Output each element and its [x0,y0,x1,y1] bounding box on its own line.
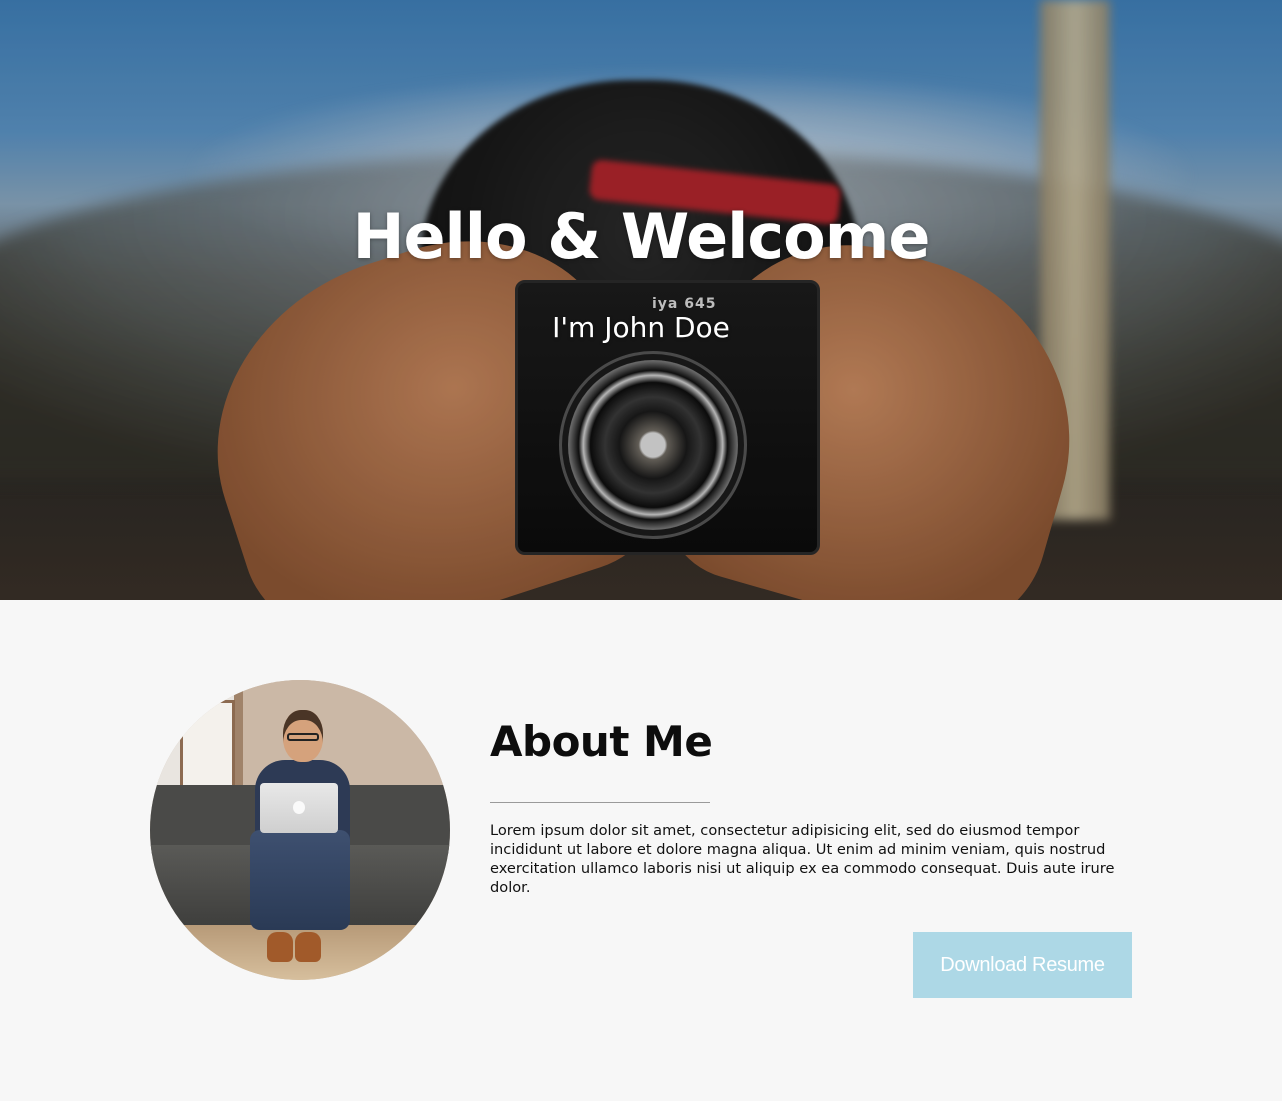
about-avatar-photo [150,680,450,980]
hero-overlay [0,0,1282,600]
avatar-right-shoe [295,932,321,962]
about-divider [490,802,710,803]
about-title: About Me [490,717,713,766]
download-resume-button[interactable]: Download Resume [913,932,1132,998]
avatar-glasses [287,733,319,741]
avatar-person-legs [250,830,350,930]
hero-title: Hello & Welcome [352,200,931,273]
about-section: About Me Lorem ipsum dolor sit amet, con… [0,600,1282,1101]
avatar-left-shoe [267,932,293,962]
avatar-laptop-logo-icon [293,801,305,814]
hero-subtitle: I'm John Doe [552,311,730,344]
avatar-window [180,700,235,795]
about-description: Lorem ipsum dolor sit amet, consectetur … [490,822,1115,896]
hero-section: iya 645 Hello & Welcome I'm John Doe [0,0,1282,600]
